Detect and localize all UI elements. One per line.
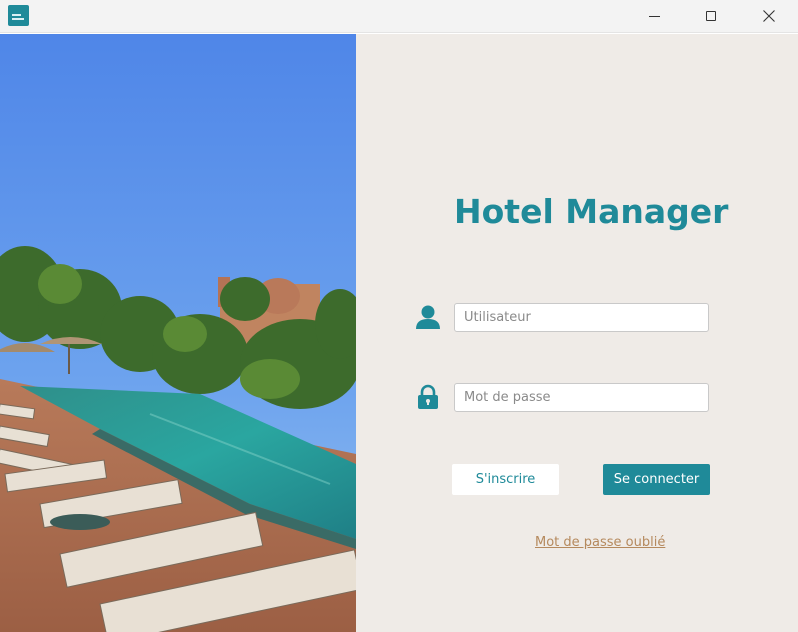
signup-button[interactable]: S'inscrire <box>452 464 559 495</box>
close-icon <box>763 10 775 22</box>
minimize-icon <box>648 15 660 17</box>
maximize-button[interactable] <box>688 0 734 32</box>
login-panel: Hotel Manager S'inscrire Se connecter Mo… <box>356 34 798 632</box>
close-button[interactable] <box>746 0 792 32</box>
forgot-password-link[interactable]: Mot de passe oublié <box>535 535 665 550</box>
user-icon <box>416 305 440 329</box>
app-title: Hotel Manager <box>454 192 729 231</box>
resort-pool-image <box>0 34 356 632</box>
app-logo-icon <box>8 5 29 26</box>
login-button[interactable]: Se connecter <box>603 464 710 495</box>
maximize-icon <box>706 11 716 21</box>
minimize-button[interactable] <box>631 0 677 32</box>
username-input[interactable] <box>454 303 709 332</box>
lock-icon <box>418 384 438 409</box>
password-input[interactable] <box>454 383 709 412</box>
window-titlebar <box>0 0 798 33</box>
